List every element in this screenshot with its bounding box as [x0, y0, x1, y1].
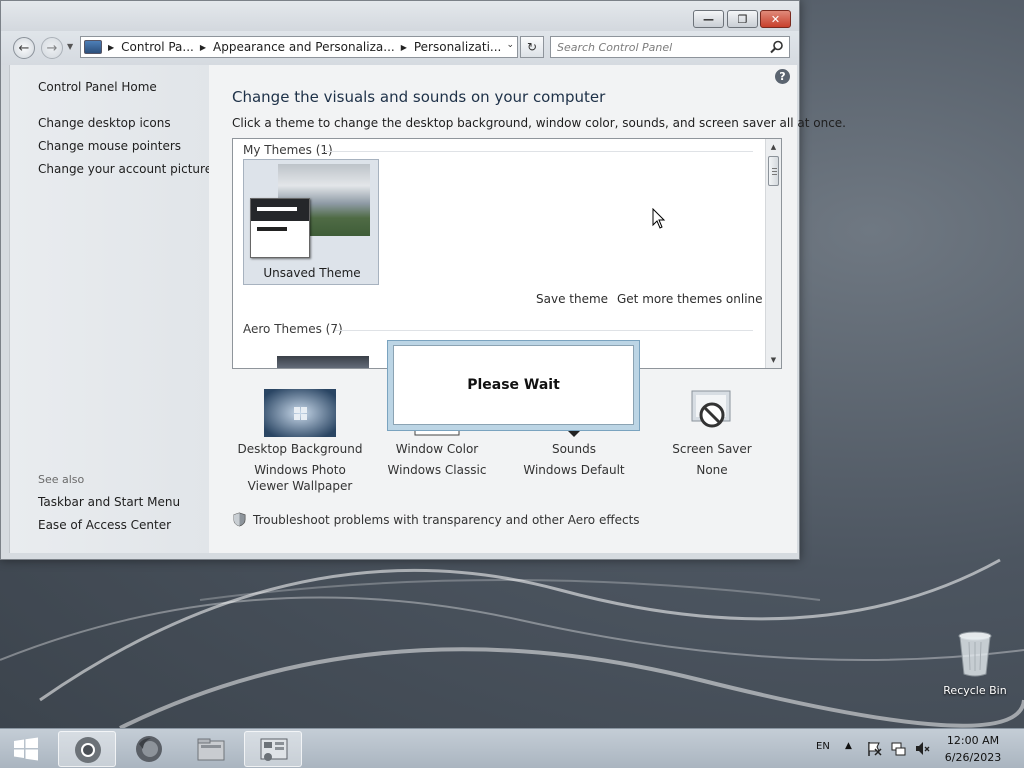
address-row: ← → ▼ ▶ Control Pa... ▶ Appearance and P… [1, 31, 799, 65]
maximize-button[interactable]: ❐ [727, 10, 758, 28]
sidebar-item-control-panel-home[interactable]: Control Panel Home [38, 80, 157, 94]
save-theme-link[interactable]: Save theme [536, 292, 608, 306]
group-divider [323, 151, 753, 152]
setting-value: Windows Default [523, 463, 625, 477]
setting-value: Windows Photo Viewer Wallpaper [247, 463, 353, 493]
scroll-down-arrow-icon[interactable]: ▼ [766, 352, 781, 368]
theme-name: Unsaved Theme [263, 266, 361, 280]
taskbar-control-panel[interactable] [244, 731, 302, 767]
page-title: Change the visuals and sounds on your co… [232, 88, 606, 106]
refresh-icon: ↻ [526, 40, 538, 54]
address-history-dropdown-icon[interactable]: ⌄ [506, 40, 514, 50]
setting-label: Window Color [395, 442, 479, 456]
close-button[interactable]: ✕ [760, 10, 791, 28]
troubleshoot-text[interactable]: Troubleshoot problems with transparency … [253, 513, 640, 527]
taskbar: EN ▲ 12:00 AM 6/26/2023 [0, 728, 1024, 768]
main-content: ? Change the visuals and sounds on your … [209, 65, 846, 553]
please-wait-dialog: Please Wait [387, 340, 640, 431]
desktop-background-icon [264, 389, 336, 437]
breadcrumb-personalization[interactable]: Personalizati... [414, 40, 501, 54]
clock-time[interactable]: 12:00 AM [940, 734, 1006, 747]
breadcrumb-control-panel[interactable]: Control Pa... [121, 40, 194, 54]
recent-pages-dropdown-icon[interactable]: ▼ [67, 42, 73, 51]
sidebar-item-taskbar-start-menu[interactable]: Taskbar and Start Menu [38, 495, 180, 509]
search-box[interactable] [550, 36, 790, 58]
taskbar-firefox[interactable] [120, 731, 178, 767]
control-panel-icon [260, 738, 288, 761]
maximize-icon: ❐ [737, 12, 748, 26]
recycle-bin-icon [958, 631, 992, 677]
troubleshoot-link[interactable]: Troubleshoot problems with transparency … [232, 512, 640, 527]
address-bar[interactable]: ▶ Control Pa... ▶ Appearance and Persona… [80, 36, 518, 58]
scroll-thumb[interactable] [768, 156, 779, 186]
get-more-themes-link[interactable]: Get more themes online [617, 292, 763, 306]
group-divider [335, 330, 753, 331]
forward-button[interactable]: → [41, 37, 63, 59]
sidebar-item-change-desktop-icons[interactable]: Change desktop icons [38, 116, 171, 130]
theme-window-preview [250, 198, 310, 258]
sidebar-item-change-account-picture[interactable]: Change your account picture [38, 162, 212, 176]
please-wait-text: Please Wait [393, 345, 634, 425]
theme-tile-unsaved[interactable]: Unsaved Theme [243, 159, 379, 285]
network-icon[interactable] [890, 740, 907, 757]
shield-icon [233, 512, 246, 527]
my-themes-group-label: My Themes (1) [243, 143, 333, 157]
clock-date[interactable]: 6/26/2023 [940, 751, 1006, 764]
taskbar-file-explorer[interactable] [182, 731, 240, 767]
sidebar-item-change-mouse-pointers[interactable]: Change mouse pointers [38, 139, 181, 153]
setting-value: Windows Classic [387, 463, 487, 477]
breadcrumb-separator-icon[interactable]: ▶ [200, 43, 206, 52]
volume-icon[interactable] [914, 740, 931, 757]
breadcrumb: ▶ Control Pa... ▶ Appearance and Persona… [102, 40, 501, 54]
action-center-flag-icon[interactable] [866, 740, 883, 757]
folder-icon [197, 738, 225, 761]
help-icon[interactable]: ? [775, 69, 790, 84]
see-also-label: See also [38, 473, 85, 486]
sidebar: Control Panel Home Change desktop icons … [9, 65, 212, 553]
minimize-icon: — [703, 12, 714, 26]
close-icon: ✕ [770, 12, 781, 26]
recycle-bin[interactable]: Recycle Bin [940, 630, 1010, 700]
firefox-icon [136, 736, 162, 762]
setting-label: Sounds [551, 442, 597, 456]
breadcrumb-separator-icon[interactable]: ▶ [401, 43, 407, 52]
search-icon[interactable] [769, 39, 785, 55]
control-panel-icon [84, 40, 102, 54]
title-bar[interactable]: — ❐ ✕ [1, 1, 799, 31]
scroll-up-arrow-icon[interactable]: ▲ [766, 139, 781, 155]
themes-list: My Themes (1) Unsaved Theme Save theme G… [232, 138, 782, 369]
screen-saver-icon [691, 390, 731, 428]
breadcrumb-appearance[interactable]: Appearance and Personaliza... [213, 40, 395, 54]
setting-value: None [696, 463, 728, 477]
recycle-bin-label: Recycle Bin [943, 684, 1007, 697]
aero-themes-group-label: Aero Themes (7) [243, 322, 343, 336]
page-description: Click a theme to change the desktop back… [232, 116, 846, 130]
breadcrumb-separator-icon[interactable]: ▶ [108, 43, 114, 52]
mouse-cursor-icon [652, 208, 666, 229]
setting-label: Desktop Background [237, 442, 363, 456]
back-button[interactable]: ← [13, 37, 35, 59]
taskbar-chrome[interactable] [58, 731, 116, 767]
sidebar-item-ease-of-access[interactable]: Ease of Access Center [38, 518, 171, 532]
start-button[interactable] [8, 733, 44, 765]
back-arrow-icon: ← [18, 40, 30, 56]
show-hidden-icons-icon[interactable]: ▲ [845, 741, 852, 751]
personalization-window: — ❐ ✕ ← → ▼ ▶ Control Pa... ▶ Appearance… [0, 0, 846, 560]
aero-theme-thumbnail[interactable] [277, 356, 369, 368]
setting-label: Screen Saver [672, 442, 752, 456]
search-input[interactable] [551, 37, 763, 57]
themes-scrollbar[interactable]: ▲ ▼ [765, 139, 781, 368]
forward-arrow-icon: → [46, 40, 58, 56]
refresh-button[interactable]: ↻ [520, 36, 544, 58]
language-indicator[interactable]: EN [816, 741, 830, 752]
chrome-icon [75, 737, 101, 763]
minimize-button[interactable]: — [693, 10, 724, 28]
